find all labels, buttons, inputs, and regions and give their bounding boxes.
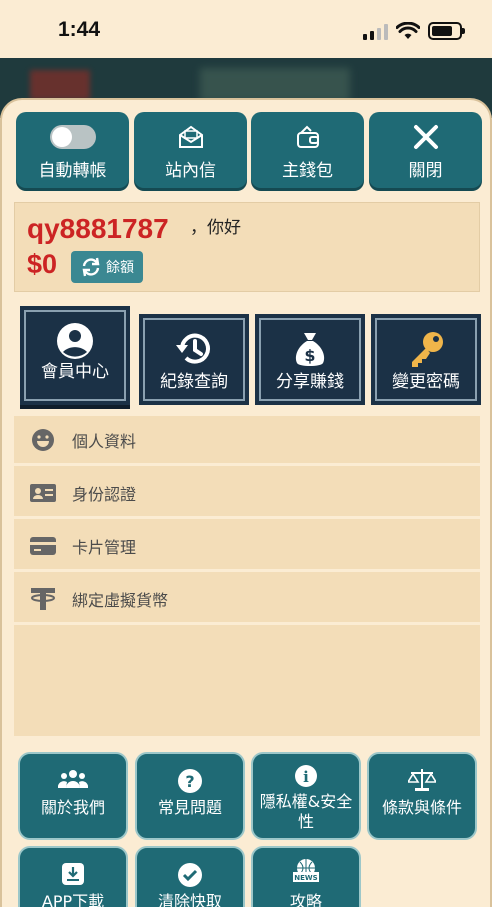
app-download-label: APP下載 [41,892,105,907]
download-icon [62,863,84,885]
list-item-label: 身份認證 [72,484,137,504]
privacy-label: 隱私權&安全性 [259,792,353,831]
username: qy8881787 [27,213,169,244]
money-bag-icon: $ [295,333,325,366]
key-icon [412,332,443,367]
list-item-label: 綁定虛擬貨幣 [72,590,169,610]
guide-button[interactable]: NEWS 攻略 [251,846,361,907]
refresh-balance-button[interactable]: 餘額 [71,251,143,283]
status-bar: 1:44 [0,0,492,58]
refresh-icon [82,257,100,277]
faq-label: 常見問題 [157,798,222,817]
tab-member-center-label: 會員中心 [41,362,109,382]
smiley-icon [32,428,54,451]
cellular-signal-icon [363,24,388,40]
history-icon [176,333,210,364]
member-menu-list: 個人資料 身份認證 卡片管理 綁定虛擬貨幣 [14,416,480,736]
svg-text:$: $ [304,346,315,365]
tab-share-earn[interactable]: $ 分享賺錢 [255,314,365,405]
privacy-button[interactable]: i 隱私權&安全性 [251,752,361,840]
tab-records-label: 紀錄查詢 [160,372,228,392]
user-icon [57,323,93,359]
question-icon: ? [178,769,202,793]
clear-cache-button[interactable]: 清除快取 [135,846,245,907]
wifi-icon [396,22,420,39]
tab-member-center[interactable]: 會員中心 [20,306,130,405]
guide-label: 攻略 [289,892,322,907]
about-us-label: 關於我們 [40,798,105,817]
auto-transfer-button[interactable]: 自動轉帳 [16,112,129,188]
scale-icon [408,769,436,791]
svg-text:i: i [303,768,309,786]
list-item-profile[interactable]: 個人資料 [14,416,480,466]
battery-icon [428,22,465,40]
main-wallet-label: 主錢包 [282,161,333,181]
close-icon [413,125,438,149]
balance-amount: $0 [27,249,58,279]
list-item-crypto[interactable]: 綁定虛擬貨幣 [14,575,480,625]
about-us-button[interactable]: 關於我們 [18,752,128,840]
close-label: 關閉 [408,161,443,181]
faq-button[interactable]: ? 常見問題 [135,752,245,840]
tab-share-earn-label: 分享賺錢 [276,372,344,392]
main-wallet-button[interactable]: 主錢包 [251,112,364,188]
tab-records[interactable]: 紀錄查詢 [139,314,249,405]
info-icon: i [295,765,317,787]
mail-icon [178,125,203,148]
tab-change-password-label: 變更密碼 [392,372,460,392]
tether-icon [31,587,55,610]
wallet-icon [296,125,319,148]
tab-change-password[interactable]: 變更密碼 [371,314,481,405]
list-item-cards[interactable]: 卡片管理 [14,522,480,572]
clear-cache-label: 清除快取 [157,892,222,907]
list-item-label: 卡片管理 [72,537,137,557]
status-time: 1:44 [58,18,101,41]
toggle-icon[interactable] [49,125,96,149]
user-info-box: qy8881787 ，你好 $0 餘額 [14,202,480,292]
id-card-icon [30,483,56,502]
auto-transfer-label: 自動轉帳 [38,161,107,181]
greeting: ，你好 [190,218,241,238]
refresh-balance-label: 餘額 [106,260,134,276]
terms-button[interactable]: 條款與條件 [367,752,477,840]
list-item-label: 個人資料 [72,431,137,451]
svg-text:?: ? [185,772,194,791]
check-icon [178,863,202,887]
inbox-button[interactable]: 站內信 [134,112,247,188]
terms-label: 條款與條件 [381,798,462,817]
list-item-identity[interactable]: 身份認證 [14,469,480,519]
svg-text:NEWS: NEWS [294,874,317,882]
close-button[interactable]: 關閉 [369,112,482,188]
app-download-button[interactable]: APP下載 [18,846,128,907]
news-icon: NEWS [293,859,319,882]
inbox-label: 站內信 [165,161,216,181]
users-icon [58,770,88,788]
credit-card-icon [30,536,56,555]
